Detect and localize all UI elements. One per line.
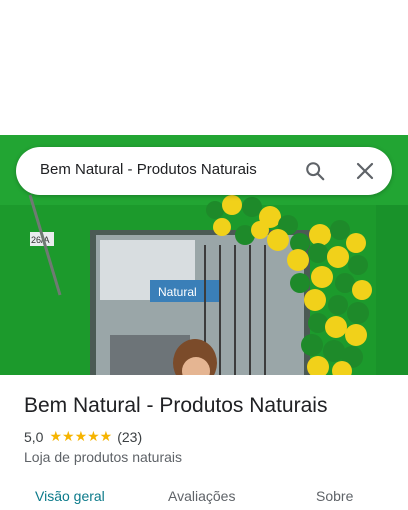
place-tabs: Visão geral Avaliações Sobre (0, 478, 408, 510)
storefront-number: 26/A (31, 235, 50, 245)
tab-about[interactable]: Sobre (316, 488, 353, 504)
rating-row[interactable]: 5,0 ★★★★★ (23) (24, 428, 142, 445)
shop-sign-text: Natural (158, 285, 197, 299)
tab-reviews[interactable]: Avaliações (168, 488, 235, 504)
search-input[interactable]: Bem Natural - Produtos Naturais (40, 161, 257, 178)
review-count[interactable]: (23) (117, 429, 142, 445)
close-icon[interactable] (350, 156, 380, 186)
place-title: Bem Natural - Produtos Naturais (24, 394, 328, 417)
tab-overview[interactable]: Visão geral (35, 488, 105, 504)
place-category: Loja de produtos naturais (24, 449, 182, 465)
star-rating-icon: ★★★★★ (49, 428, 113, 444)
rating-value: 5,0 (24, 428, 44, 445)
search-bar[interactable]: Bem Natural - Produtos Naturais (16, 147, 392, 195)
search-icon[interactable] (300, 156, 330, 186)
